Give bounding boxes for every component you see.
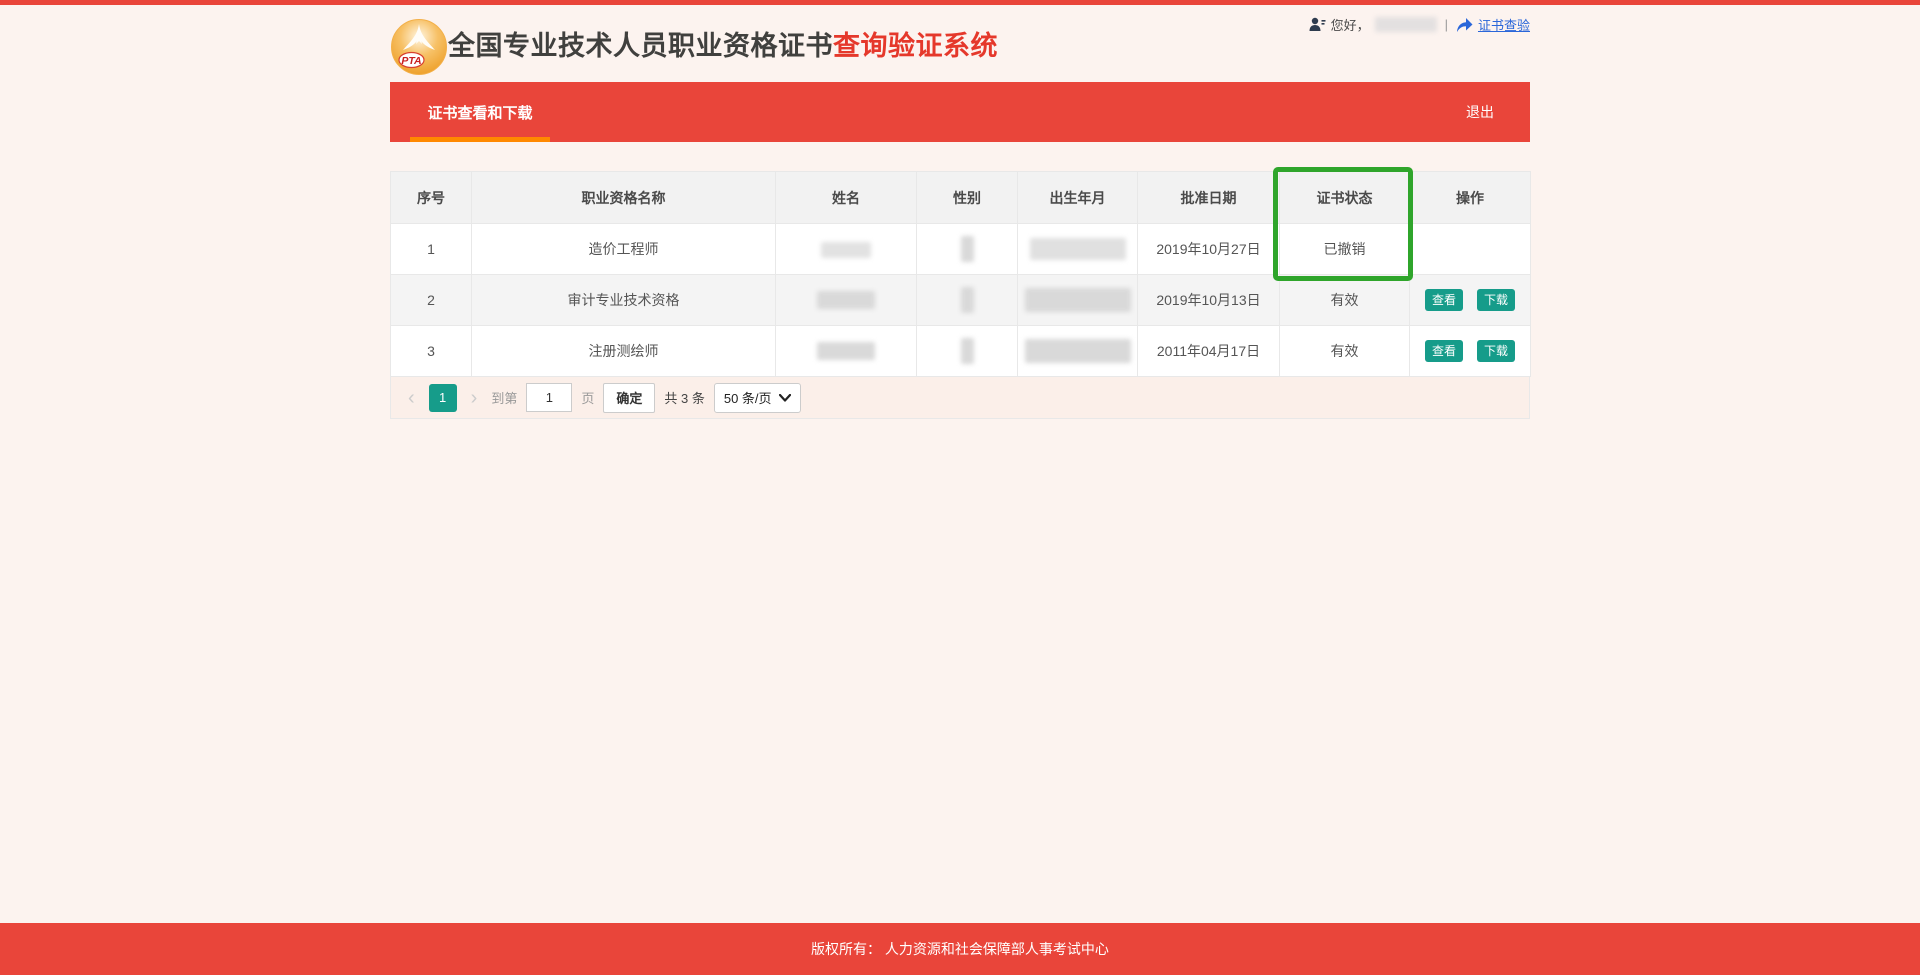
chevron-down-icon — [779, 394, 791, 402]
certificate-verify-link[interactable]: 证书查验 — [1478, 15, 1530, 34]
redacted-name — [817, 342, 875, 360]
column-header-no: 序号 — [391, 172, 472, 224]
separator: | — [1445, 17, 1448, 32]
cell-approval-date: 2019年10月13日 — [1138, 275, 1280, 326]
column-header-status: 证书状态 — [1280, 172, 1410, 224]
table-header-row: 序号 职业资格名称 姓名 性别 出生年月 批准日期 证书状态 操作 — [391, 172, 1531, 224]
column-header-approval-date: 批准日期 — [1138, 172, 1280, 224]
download-button[interactable]: 下载 — [1477, 289, 1515, 311]
cell-no: 2 — [391, 275, 472, 326]
confirm-page-button[interactable]: 确定 — [603, 383, 655, 413]
cell-birth — [1018, 326, 1138, 377]
pta-logo-icon: PTA — [390, 18, 448, 76]
redacted-birth — [1025, 288, 1131, 312]
cell-approval-date: 2011年04月17日 — [1138, 326, 1280, 377]
column-header-actions: 操作 — [1410, 172, 1531, 224]
column-header-qualification: 职业资格名称 — [472, 172, 776, 224]
user-greeting: 您好， | 证书查验 — [1309, 15, 1530, 34]
table-row: 1 造价工程师 2019年10月27日 已撤销 — [391, 224, 1531, 275]
view-button[interactable]: 查看 — [1425, 289, 1463, 311]
redacted-birth — [1030, 238, 1126, 260]
cell-birth — [1018, 275, 1138, 326]
share-arrow-icon — [1456, 17, 1473, 33]
redacted-gender — [961, 236, 974, 262]
page-title: 全国专业技术人员职业资格证书查询验证系统 — [448, 24, 998, 63]
cell-status: 有效 — [1280, 275, 1410, 326]
download-button[interactable]: 下载 — [1477, 340, 1515, 362]
logout-button[interactable]: 退出 — [1466, 102, 1494, 122]
main-nav: 证书查看和下载 退出 — [390, 82, 1530, 142]
page-header: PTA 全国专业技术人员职业资格证书查询验证系统 您好， | 证书查验 — [390, 5, 1530, 82]
certificates-card: 序号 职业资格名称 姓名 性别 出生年月 批准日期 证书状态 操作 1 造价工程… — [390, 171, 1530, 419]
column-header-gender: 性别 — [917, 172, 1018, 224]
active-tab-underline — [410, 137, 550, 142]
cell-birth — [1018, 224, 1138, 275]
cell-name — [776, 326, 917, 377]
page-title-accent: 查询验证系统 — [833, 31, 998, 61]
cell-no: 1 — [391, 224, 472, 275]
total-count-label: 共 3 条 — [664, 388, 704, 407]
cell-qualification: 造价工程师 — [472, 224, 776, 275]
logo-text: PTA — [401, 55, 421, 67]
cell-approval-date: 2019年10月27日 — [1138, 224, 1280, 275]
cell-no: 3 — [391, 326, 472, 377]
cell-name — [776, 224, 917, 275]
cell-actions — [1410, 224, 1531, 275]
redacted-name — [821, 242, 871, 258]
certificates-table: 序号 职业资格名称 姓名 性别 出生年月 批准日期 证书状态 操作 1 造价工程… — [390, 171, 1531, 377]
cell-qualification: 注册测绘师 — [472, 326, 776, 377]
view-button[interactable]: 查看 — [1425, 340, 1463, 362]
redacted-birth — [1025, 339, 1131, 363]
cell-actions: 查看下载 — [1410, 326, 1531, 377]
column-header-birth: 出生年月 — [1018, 172, 1138, 224]
redacted-name — [817, 291, 875, 309]
prev-page-button[interactable]: ‹ — [403, 388, 420, 408]
pagination-bar: ‹ 1 › 到第 页 确定 共 3 条 50 条/页 — [390, 377, 1530, 419]
table-row: 2 审计专业技术资格 2019年10月13日 有效 查看下载 — [391, 275, 1531, 326]
goto-page-label: 到第 — [491, 388, 517, 407]
copyright-text: 版权所有： 人力资源和社会保障部人事考试中心 — [811, 939, 1109, 959]
next-page-button[interactable]: › — [466, 388, 483, 408]
active-tab-label: 证书查看和下载 — [427, 102, 532, 123]
cell-status: 已撤销 — [1280, 224, 1410, 275]
footer: 版权所有： 人力资源和社会保障部人事考试中心 — [0, 923, 1920, 975]
cell-gender — [917, 326, 1018, 377]
cell-actions: 查看下载 — [1410, 275, 1531, 326]
cell-status: 有效 — [1280, 326, 1410, 377]
table-row: 3 注册测绘师 2011年04月17日 有效 查看下载 — [391, 326, 1531, 377]
cell-gender — [917, 224, 1018, 275]
page-1-button[interactable]: 1 — [429, 384, 457, 412]
cell-qualification: 审计专业技术资格 — [472, 275, 776, 326]
cell-gender — [917, 275, 1018, 326]
user-icon — [1309, 17, 1326, 32]
redacted-gender — [961, 287, 974, 313]
page-unit-label: 页 — [581, 388, 594, 407]
page-number-input[interactable] — [526, 383, 572, 412]
greeting-text: 您好， — [1331, 15, 1370, 34]
tab-certificate-view-download[interactable]: 证书查看和下载 — [410, 82, 550, 142]
redacted-gender — [961, 338, 974, 364]
redacted-username — [1375, 17, 1437, 32]
column-header-name: 姓名 — [776, 172, 917, 224]
cell-name — [776, 275, 917, 326]
page-size-select[interactable]: 50 条/页 — [714, 383, 801, 413]
page-size-value: 50 条/页 — [724, 388, 772, 407]
